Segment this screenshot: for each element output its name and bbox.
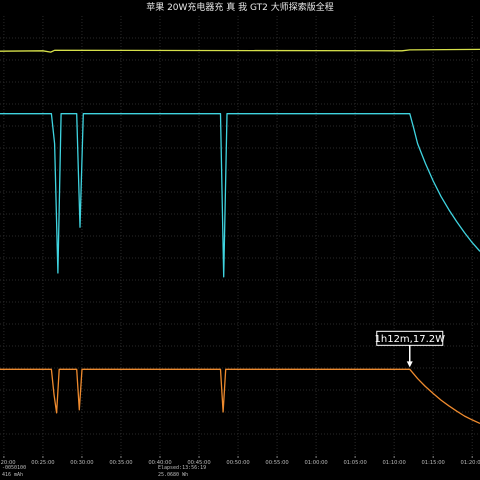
footer-capacity: 416 mAh [2, 472, 24, 478]
annotation-group: 1h12m,17.2W [375, 330, 446, 368]
annotation: 1h12m,17.2W [375, 330, 446, 368]
chart-title: 苹果 20W充电器充 真 我 GT2 大师探索版全程 [0, 0, 480, 16]
x-tick-label: 01:10:00 [382, 460, 405, 466]
annotation-arrow-head [406, 361, 413, 368]
grid [0, 16, 480, 456]
x-tick-label: 00:55:00 [265, 460, 288, 466]
x-tick-label: 00:30:00 [70, 460, 93, 466]
series-line-2 [0, 113, 480, 278]
x-tick-label: 01:00:00 [304, 460, 327, 466]
footer-value-1: -0050100 [2, 465, 27, 471]
series-line-3 [0, 368, 480, 424]
x-tick-label: 01:20:00 [461, 460, 480, 466]
x-tick-label: 01:05:00 [343, 460, 366, 466]
chart-plot: 1h12m,17.2W [0, 16, 480, 456]
footer-elapsed: Elapsed:13:56:19 [158, 465, 207, 471]
chart-footer: 00:20:0000:25:0000:30:0000:35:0000:40:00… [0, 456, 480, 480]
x-tick-label: 01:15:00 [422, 460, 445, 466]
series-line-1 [0, 48, 480, 53]
x-tick-label: 00:50:00 [226, 460, 249, 466]
x-tick-label: 00:35:00 [109, 460, 132, 466]
annotation-label: 1h12m,17.2W [375, 334, 446, 345]
x-tick-label: 00:25:00 [31, 460, 54, 466]
x-axis: 00:20:0000:25:0000:30:0000:35:0000:40:00… [0, 456, 480, 466]
footer-energy: 25.0680 Wh [158, 472, 189, 478]
